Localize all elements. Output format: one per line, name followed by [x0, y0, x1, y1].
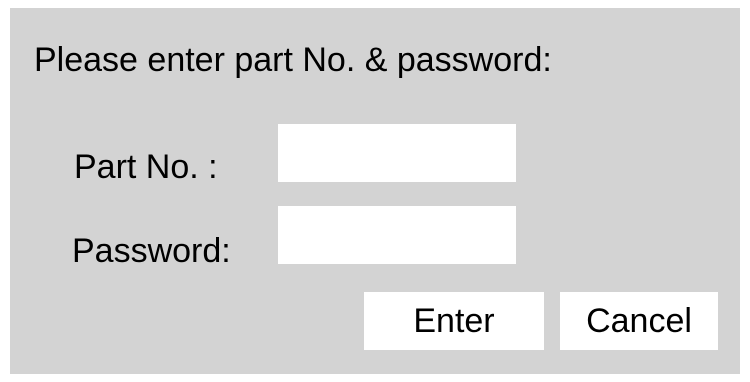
password-input[interactable]: [278, 206, 516, 264]
password-label: Password:: [72, 232, 231, 270]
cancel-button[interactable]: Cancel: [560, 292, 718, 350]
login-dialog: Please enter part No. & password: Part N…: [10, 8, 740, 374]
enter-button[interactable]: Enter: [364, 292, 544, 350]
part-no-input[interactable]: [278, 124, 516, 182]
dialog-prompt: Please enter part No. & password:: [34, 41, 552, 79]
part-no-label: Part No. :: [74, 148, 218, 186]
